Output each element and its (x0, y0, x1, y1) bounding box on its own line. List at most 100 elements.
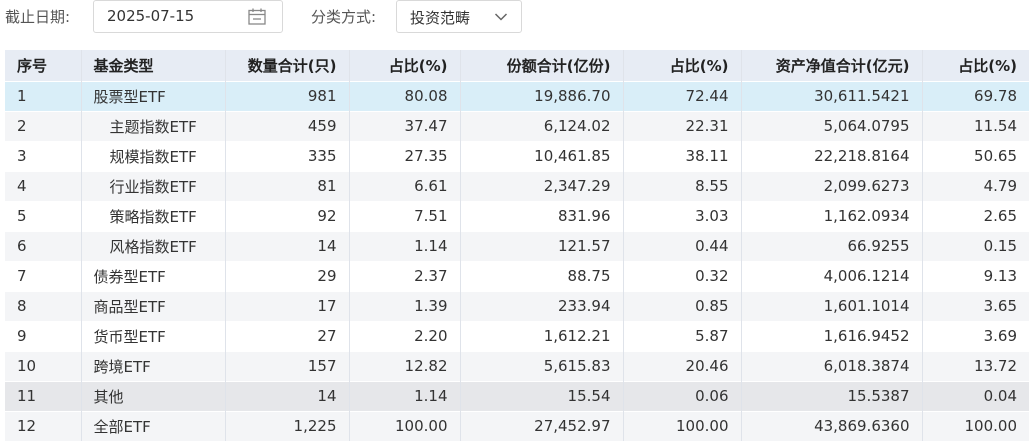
cell-count-pct: 2.37 (349, 260, 461, 291)
table-row[interactable]: 3 规模指数ETF 335 27.35 10,461.85 38.11 22,2… (5, 140, 1029, 171)
cell-nav: 66.9255 (741, 230, 923, 261)
col-header-count-pct[interactable]: 占比(%) (349, 50, 461, 81)
cell-nav-pct: 50.65 (922, 140, 1029, 171)
cell-index: 12 (5, 410, 82, 441)
cell-count: 29 (225, 260, 350, 291)
cell-index: 1 (5, 80, 82, 111)
table-row[interactable]: 6 风格指数ETF 14 1.14 121.57 0.44 66.9255 0.… (5, 230, 1029, 261)
filter-bar: 截止日期: 2025-07-15 分类方式: 投资范畴 (0, 0, 1031, 34)
cell-shares-pct: 0.85 (623, 290, 742, 321)
cell-nav-pct: 4.79 (922, 170, 1029, 201)
cell-count-pct: 1.14 (349, 230, 461, 261)
cell-shares-pct: 22.31 (623, 110, 742, 141)
cell-index: 8 (5, 290, 82, 321)
cell-shares: 27,452.97 (460, 410, 624, 441)
cell-shares-pct: 8.55 (623, 170, 742, 201)
table-row[interactable]: 5 策略指数ETF 92 7.51 831.96 3.03 1,162.0934… (5, 200, 1029, 231)
cell-shares: 5,615.83 (460, 350, 624, 381)
col-header-shares-pct[interactable]: 占比(%) (623, 50, 742, 81)
cell-nav: 43,869.6360 (741, 410, 923, 441)
category-select[interactable]: 投资范畴 (396, 0, 522, 33)
cell-shares-pct: 20.46 (623, 350, 742, 381)
table-header-row: 序号 基金类型 数量合计(只) 占比(%) 份额合计(亿份) 占比(%) 资产净… (5, 50, 1029, 81)
cell-index: 7 (5, 260, 82, 291)
cell-fund-type: 跨境ETF (81, 350, 226, 381)
cell-nav: 5,064.0795 (741, 110, 923, 141)
cell-nav-pct: 100.00 (922, 410, 1029, 441)
cell-shares: 2,347.29 (460, 170, 624, 201)
cell-fund-type: 债券型ETF (81, 260, 226, 291)
cell-nav: 1,162.0934 (741, 200, 923, 231)
cell-count: 81 (225, 170, 350, 201)
cell-count: 27 (225, 320, 350, 351)
table-row[interactable]: 11 其他 14 1.14 15.54 0.06 15.5387 0.04 (5, 380, 1029, 411)
calendar-icon[interactable] (248, 8, 266, 25)
cell-count: 1,225 (225, 410, 350, 441)
cell-nav-pct: 13.72 (922, 350, 1029, 381)
col-header-nav[interactable]: 资产净值合计(亿元) (741, 50, 923, 81)
cell-shares: 831.96 (460, 200, 624, 231)
cell-shares: 15.54 (460, 380, 624, 411)
cell-shares-pct: 5.87 (623, 320, 742, 351)
col-header-shares[interactable]: 份额合计(亿份) (460, 50, 624, 81)
cell-nav-pct: 69.78 (922, 80, 1029, 111)
cell-count-pct: 7.51 (349, 200, 461, 231)
col-header-fund-type[interactable]: 基金类型 (81, 50, 226, 81)
cell-shares-pct: 3.03 (623, 200, 742, 231)
cell-count-pct: 100.00 (349, 410, 461, 441)
table-row[interactable]: 4 行业指数ETF 81 6.61 2,347.29 8.55 2,099.62… (5, 170, 1029, 201)
table-row[interactable]: 9 货币型ETF 27 2.20 1,612.21 5.87 1,616.945… (5, 320, 1029, 351)
cell-fund-type: 股票型ETF (81, 80, 226, 111)
table-row[interactable]: 8 商品型ETF 17 1.39 233.94 0.85 1,601.1014 … (5, 290, 1029, 321)
cell-index: 2 (5, 110, 82, 141)
table-row[interactable]: 10 跨境ETF 157 12.82 5,615.83 20.46 6,018.… (5, 350, 1029, 381)
cell-shares-pct: 0.32 (623, 260, 742, 291)
cell-shares: 1,612.21 (460, 320, 624, 351)
cell-shares-pct: 100.00 (623, 410, 742, 441)
cell-index: 10 (5, 350, 82, 381)
cell-index: 11 (5, 380, 82, 411)
cell-nav-pct: 9.13 (922, 260, 1029, 291)
col-header-index[interactable]: 序号 (5, 50, 82, 81)
cell-fund-type: 主题指数ETF (81, 110, 226, 141)
cell-nav: 4,006.1214 (741, 260, 923, 291)
cell-index: 4 (5, 170, 82, 201)
cell-count-pct: 6.61 (349, 170, 461, 201)
table-row[interactable]: 12 全部ETF 1,225 100.00 27,452.97 100.00 4… (5, 410, 1029, 441)
cell-shares-pct: 0.44 (623, 230, 742, 261)
cell-count: 459 (225, 110, 350, 141)
table-row[interactable]: 2 主题指数ETF 459 37.47 6,124.02 22.31 5,064… (5, 110, 1029, 141)
cell-count-pct: 27.35 (349, 140, 461, 171)
table-row[interactable]: 7 债券型ETF 29 2.37 88.75 0.32 4,006.1214 9… (5, 260, 1029, 291)
cell-shares: 6,124.02 (460, 110, 624, 141)
cell-fund-type: 商品型ETF (81, 290, 226, 321)
cell-shares-pct: 38.11 (623, 140, 742, 171)
cell-count: 157 (225, 350, 350, 381)
cell-nav: 2,099.6273 (741, 170, 923, 201)
category-label: 分类方式: (311, 8, 377, 26)
cell-count: 981 (225, 80, 350, 111)
date-value: 2025-07-15 (107, 7, 195, 25)
cell-fund-type: 风格指数ETF (81, 230, 226, 261)
date-label: 截止日期: (5, 8, 71, 26)
cell-shares: 121.57 (460, 230, 624, 261)
cell-count-pct: 2.20 (349, 320, 461, 351)
col-header-nav-pct[interactable]: 占比(%) (922, 50, 1029, 81)
table-row[interactable]: 1 股票型ETF 981 80.08 19,886.70 72.44 30,61… (5, 80, 1029, 111)
cell-shares: 88.75 (460, 260, 624, 291)
cell-nav: 1,616.9452 (741, 320, 923, 351)
cell-count: 14 (225, 380, 350, 411)
cell-fund-type: 行业指数ETF (81, 170, 226, 201)
cell-count: 17 (225, 290, 350, 321)
cell-fund-type: 其他 (81, 380, 226, 411)
cell-shares-pct: 72.44 (623, 80, 742, 111)
cell-count-pct: 37.47 (349, 110, 461, 141)
cell-index: 9 (5, 320, 82, 351)
cell-nav-pct: 3.65 (922, 290, 1029, 321)
col-header-count[interactable]: 数量合计(只) (225, 50, 350, 81)
cell-shares: 233.94 (460, 290, 624, 321)
date-picker[interactable]: 2025-07-15 (93, 0, 283, 33)
cell-count: 335 (225, 140, 350, 171)
cell-nav: 1,601.1014 (741, 290, 923, 321)
cell-nav: 15.5387 (741, 380, 923, 411)
